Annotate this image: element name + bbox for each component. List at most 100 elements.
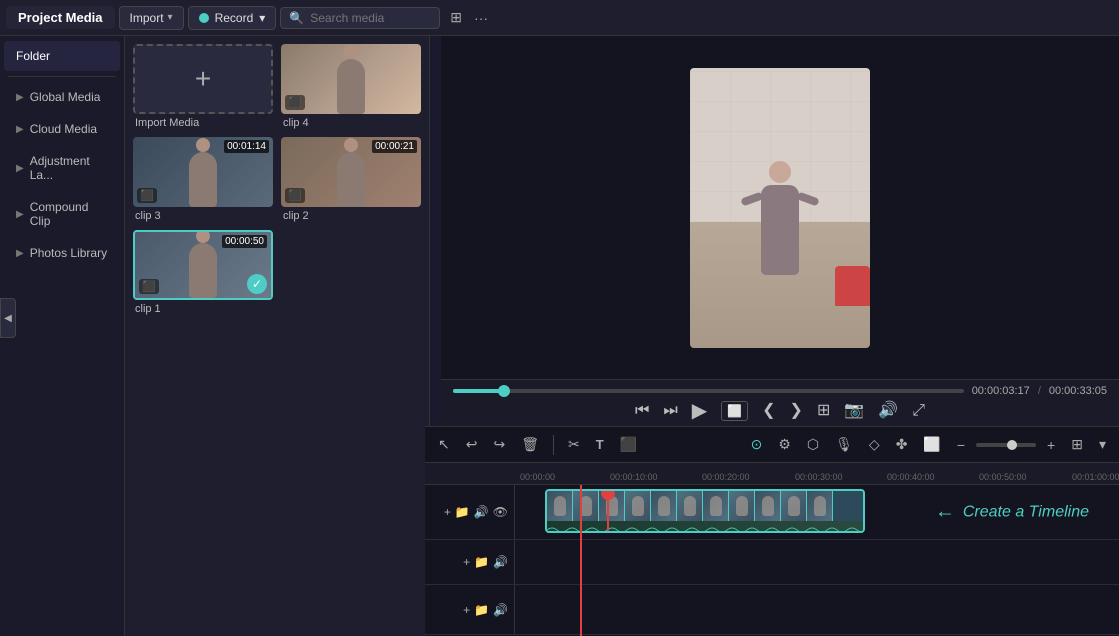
progress-fill xyxy=(453,389,504,393)
import-label: Import xyxy=(130,11,164,25)
track-folder-icon[interactable]: 📁 xyxy=(455,505,470,519)
clip-icon: ⬛ xyxy=(137,188,157,203)
arrow-icon: ▶ xyxy=(16,124,24,135)
media-item-clip1[interactable]: 00:00:50 ⬛ ✓ clip 1 xyxy=(133,230,273,315)
search-bar[interactable]: 🔍 xyxy=(280,7,440,29)
track-add-icon[interactable]: + xyxy=(463,603,470,617)
play-button[interactable]: ▶ xyxy=(692,401,707,421)
grid-view-button[interactable]: ⊞ xyxy=(1066,433,1088,456)
track-scrubber[interactable] xyxy=(607,489,609,533)
track-add-icon[interactable]: + xyxy=(463,555,470,569)
snapshot-button[interactable]: 📷 xyxy=(844,403,864,419)
import-button[interactable]: Import ▾ xyxy=(119,6,184,30)
import-label: Import Media xyxy=(133,117,273,129)
person-shape xyxy=(189,243,217,298)
search-icon: 🔍 xyxy=(289,11,304,25)
audio-btn[interactable]: 🔊 xyxy=(878,403,898,419)
track-audio-mute-icon[interactable]: 🔊 xyxy=(493,555,508,569)
ruler-mark-2: 00:00:20:00 xyxy=(702,472,750,482)
clip3-thumb[interactable]: 00:01:14 ⬛ xyxy=(133,137,273,207)
undo-button[interactable]: ↩ xyxy=(461,433,483,456)
transform-button[interactable]: ✤ xyxy=(891,433,913,456)
timeline-tracks: + 📁 🔊 👁 xyxy=(425,485,1119,636)
film-frame xyxy=(729,491,755,521)
record-button[interactable]: Record ▾ xyxy=(188,6,277,30)
clip2-thumb[interactable]: 00:00:21 ⬛ xyxy=(281,137,421,207)
track-content-audio xyxy=(515,540,1119,584)
zoom-slider[interactable] xyxy=(976,443,1036,447)
track-folder-icon[interactable]: 📁 xyxy=(474,555,489,569)
media-item-clip2[interactable]: 00:00:21 ⬛ clip 2 xyxy=(281,137,421,222)
sidebar-item-global-media[interactable]: ▶ Global Media xyxy=(4,82,120,112)
sidebar-photos-label: Photos Library xyxy=(30,246,107,260)
arrow-icon: ▶ xyxy=(16,248,24,259)
clip3-label: clip 3 xyxy=(133,210,273,222)
progress-thumb[interactable] xyxy=(498,385,510,397)
more-options-icon[interactable]: ··· xyxy=(472,8,490,28)
track-row-audio: + 📁 🔊 xyxy=(425,540,1119,585)
frame-button[interactable]: ⬜ xyxy=(721,401,748,421)
mark-in-button[interactable]: ❮ xyxy=(762,403,775,419)
zoom-in-button[interactable]: + xyxy=(1042,434,1060,456)
video-preview xyxy=(690,68,870,348)
track-add-icon[interactable]: + xyxy=(444,505,451,519)
person-shape xyxy=(337,152,365,207)
filter-icon[interactable]: ⊞ xyxy=(448,7,464,28)
cut-button[interactable]: ✂ xyxy=(563,433,585,456)
skip-back-button[interactable]: ⏮ xyxy=(635,403,649,419)
track-folder-icon[interactable]: 📁 xyxy=(474,603,489,617)
sidebar-item-folder[interactable]: Folder xyxy=(4,41,120,71)
person-shape xyxy=(337,59,365,114)
clip3-duration: 00:01:14 xyxy=(224,140,269,153)
keyframe-button[interactable]: ◇ xyxy=(864,433,885,456)
preview-video-container xyxy=(441,36,1119,379)
arrow-icon: ▶ xyxy=(16,92,24,103)
sidebar-item-compound[interactable]: ▶ Compound Clip xyxy=(4,192,120,236)
zoom-out-button[interactable]: − xyxy=(952,434,970,456)
mark-out-button[interactable]: ❯ xyxy=(790,403,803,419)
expand-button[interactable]: ⤢ xyxy=(912,403,925,419)
preview-area: 00:00:03:17 / 00:00:33:05 ⏮ ⏭ ▶ ⬜ ❮ ❯ ⊞ … xyxy=(441,36,1119,426)
clip-btn[interactable]: ⊞ xyxy=(817,403,830,419)
progress-bar-container: 00:00:03:17 / 00:00:33:05 xyxy=(453,385,1107,397)
sidebar-item-adjustment[interactable]: ▶ Adjustment La... xyxy=(4,146,120,190)
import-thumb[interactable]: + xyxy=(133,44,273,114)
step-back-button[interactable]: ⏭ xyxy=(663,403,677,419)
layout-button[interactable]: ▾ xyxy=(1094,433,1111,456)
track-row-video: + 📁 🔊 👁 xyxy=(425,485,1119,540)
timeline-annotation: ← Create a Timeline xyxy=(935,501,1089,524)
search-input[interactable] xyxy=(310,11,431,25)
magnet-button[interactable]: ⊙ xyxy=(746,433,768,456)
select-tool-button[interactable]: ↖ xyxy=(433,433,455,456)
clip-select-button[interactable]: ⬡ xyxy=(802,433,824,456)
annotation-text: Create a Timeline xyxy=(963,503,1089,521)
split-button[interactable]: ⬜ xyxy=(918,433,945,456)
sidebar-item-photos[interactable]: ▶ Photos Library xyxy=(4,238,120,268)
toolbar-sep xyxy=(553,435,554,455)
text-button[interactable]: T xyxy=(591,434,609,455)
media-item-import[interactable]: + Import Media xyxy=(133,44,273,129)
ruler-mark-0: 00:00:00 xyxy=(520,472,555,482)
film-frame xyxy=(807,491,833,521)
delete-button[interactable]: 🗑 xyxy=(516,433,544,456)
clip4-thumb[interactable]: ⬛ xyxy=(281,44,421,114)
media-panel: + Import Media ⬛ clip 4 xyxy=(125,36,430,636)
video-clip[interactable] xyxy=(545,489,865,533)
overlay-button[interactable]: ⬛ xyxy=(615,433,642,456)
media-item-clip3[interactable]: 00:01:14 ⬛ clip 3 xyxy=(133,137,273,222)
media-item-clip4[interactable]: ⬛ clip 4 xyxy=(281,44,421,129)
track-audio-icon2[interactable]: 🔊 xyxy=(493,603,508,617)
film-frame xyxy=(703,491,729,521)
track-audio-icon[interactable]: 🔊 xyxy=(474,505,489,519)
track-eye-icon[interactable]: 👁 xyxy=(493,505,508,519)
clip1-thumb[interactable]: 00:00:50 ⬛ ✓ xyxy=(133,230,273,300)
redo-button[interactable]: ↪ xyxy=(488,433,510,456)
clip-icon: ⬛ xyxy=(285,95,305,110)
fx-settings-button[interactable]: ⚙ xyxy=(773,433,796,456)
toolbar-row: ↖ ↩ ↪ 🗑 ✂ T ⬛ ⊙ ⚙ ⬡ 🎙 ◇ ✤ ⬜ − xyxy=(425,427,1119,463)
sidebar-adjustment-label: Adjustment La... xyxy=(30,154,108,182)
progress-bar[interactable] xyxy=(453,389,964,393)
project-media-title: Project Media xyxy=(6,6,115,29)
record-audio-button[interactable]: 🎙 xyxy=(830,433,858,456)
sidebar-item-cloud-media[interactable]: ▶ Cloud Media xyxy=(4,114,120,144)
